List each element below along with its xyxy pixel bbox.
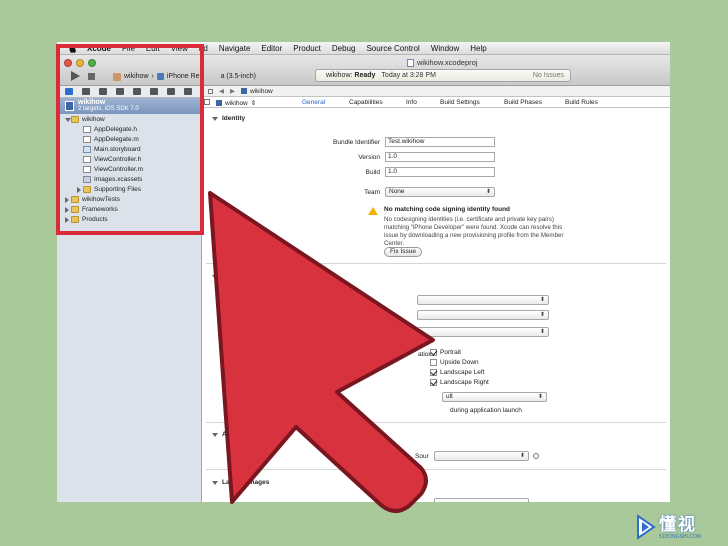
section-divider bbox=[206, 422, 666, 423]
bundle-identifier-field[interactable]: Test.wikihow bbox=[385, 137, 495, 147]
menu-help[interactable]: Help bbox=[470, 44, 486, 53]
forward-arrow-icon[interactable]: ▶ bbox=[230, 87, 235, 95]
status-bar-style-fragment: ult bbox=[446, 393, 453, 400]
popup-arrows-icon: ⬍ bbox=[539, 329, 545, 335]
version-field[interactable]: 1.0 bbox=[385, 152, 495, 162]
orientation-label: Landscape Right bbox=[440, 379, 489, 386]
popup-arrows-icon: ⬍ bbox=[539, 312, 545, 318]
back-arrow-icon[interactable]: ◀ bbox=[219, 87, 224, 95]
menu-editor[interactable]: Editor bbox=[261, 44, 282, 53]
watermark-logo-icon bbox=[637, 514, 656, 540]
device-name-tail: a (3.5-inch) bbox=[220, 73, 256, 80]
window-title: wikihow.xcodeproj bbox=[407, 58, 477, 67]
menu-navigate[interactable]: Navigate bbox=[219, 44, 251, 53]
team-popup-value: None bbox=[389, 188, 405, 195]
highlight-box bbox=[56, 44, 204, 235]
orientation-option[interactable]: Landscape Right bbox=[430, 379, 489, 386]
project-icon bbox=[241, 88, 247, 94]
app-icons-header-label: App Icons bbox=[222, 431, 254, 438]
deployment-section-header[interactable]: D bbox=[212, 273, 227, 280]
tab-general[interactable]: General bbox=[302, 99, 325, 106]
orientation-checkbox[interactable] bbox=[430, 369, 437, 376]
disclosure-triangle-icon bbox=[212, 480, 218, 485]
orientation-option[interactable]: Upside Down bbox=[430, 359, 479, 366]
main-interface-popup[interactable]: ⬍ bbox=[417, 327, 549, 337]
popup-arrows-icon: ⬍ bbox=[539, 297, 545, 303]
tab-capabilities[interactable]: Capabilities bbox=[349, 99, 383, 106]
activity-viewer: wikihow: Ready Today at 3:28 PM No Issue… bbox=[315, 69, 571, 82]
tab-build-rules[interactable]: Build Rules bbox=[565, 99, 598, 106]
orientation-checkbox[interactable] bbox=[430, 379, 437, 386]
target-caret: ⇕ bbox=[250, 100, 257, 107]
go-to-asset-icon[interactable] bbox=[533, 453, 539, 459]
fix-issue-button[interactable]: Fix Issue bbox=[384, 247, 423, 257]
app-icons-source-label-fragment: Sour bbox=[415, 453, 429, 460]
window-title-text: wikihow.xcodeproj bbox=[417, 58, 478, 67]
bundle-identifier-label: Bundle Identifier bbox=[333, 139, 380, 146]
build-label: Build bbox=[365, 169, 380, 176]
tab-info[interactable]: Info bbox=[406, 99, 417, 106]
disclosure-triangle-icon bbox=[212, 432, 218, 437]
jump-bar-project[interactable]: wikihow bbox=[241, 88, 273, 95]
orientation-label: Landscape Left bbox=[440, 369, 485, 376]
warning-message: No codesigning identities (i.e. certific… bbox=[384, 216, 564, 247]
watermark-text: 懂视 bbox=[659, 514, 697, 534]
tab-build-settings[interactable]: Build Settings bbox=[440, 99, 480, 106]
deployment-header-fragment: D bbox=[222, 273, 227, 280]
identity-section-header[interactable]: Identity bbox=[212, 115, 245, 122]
popup-arrows-icon: ⬍ bbox=[537, 394, 543, 400]
menu-source-control[interactable]: Source Control bbox=[366, 44, 419, 53]
target-selector[interactable]: wikihow ⇕ bbox=[216, 99, 256, 107]
launch-images-source-popup[interactable] bbox=[434, 498, 529, 502]
related-items-icon[interactable] bbox=[208, 88, 213, 94]
orientation-checkbox[interactable] bbox=[430, 349, 437, 356]
version-label: Version bbox=[358, 154, 380, 161]
launch-images-section-header[interactable]: Launch Images bbox=[212, 479, 269, 486]
target-icon bbox=[216, 100, 222, 106]
status-issues[interactable]: No Issues bbox=[533, 72, 564, 79]
targets-list-toggle-icon[interactable] bbox=[204, 99, 210, 105]
orientation-option[interactable]: Portrait bbox=[430, 349, 461, 356]
launch-images-header-label: Launch Images bbox=[222, 479, 270, 486]
warning-icon bbox=[368, 207, 378, 215]
editor-tabs: wikihow ⇕ General Capabilities Info Buil… bbox=[202, 97, 670, 108]
team-popup[interactable]: None ⬍ bbox=[385, 187, 495, 197]
app-icons-source-popup[interactable]: ⬍ bbox=[434, 451, 529, 461]
popup-arrows-icon: ⬍ bbox=[519, 453, 525, 459]
status-state: Ready bbox=[354, 72, 376, 79]
menu-window[interactable]: Window bbox=[431, 44, 459, 53]
project-file-icon bbox=[407, 58, 414, 67]
section-divider bbox=[206, 469, 666, 470]
menu-product[interactable]: Product bbox=[293, 44, 321, 53]
section-divider bbox=[206, 263, 666, 264]
disclosure-triangle-icon bbox=[212, 274, 218, 279]
status-project: wikihow: bbox=[326, 72, 353, 79]
popup-arrows-icon: ⬍ bbox=[485, 189, 491, 195]
jump-bar-project-label: wikihow bbox=[250, 87, 273, 95]
watermark: 懂视 51DONGSHI.COM bbox=[632, 508, 728, 546]
deployment-target-popup[interactable]: ⬍ bbox=[417, 295, 549, 305]
jump-bar: ◀ ▶ wikihow bbox=[202, 86, 670, 97]
build-field[interactable]: 1.0 bbox=[385, 167, 495, 177]
tab-build-phases[interactable]: Build Phases bbox=[504, 99, 542, 106]
app-icons-section-header[interactable]: App Icons bbox=[212, 431, 253, 438]
orientation-label: Upside Down bbox=[440, 359, 479, 366]
identity-header-label: Identity bbox=[222, 115, 246, 122]
disclosure-triangle-icon bbox=[212, 116, 218, 121]
team-label: Team bbox=[364, 189, 380, 196]
devices-popup[interactable]: ⬍ bbox=[417, 310, 549, 320]
orientation-checkbox[interactable] bbox=[430, 359, 437, 366]
orientation-label: Portrait bbox=[440, 349, 461, 356]
watermark-subtext: 51DONGSHI.COM bbox=[659, 533, 701, 540]
target-name: wikihow bbox=[225, 99, 248, 107]
hide-during-launch-fragment: during application launch bbox=[450, 407, 522, 414]
status-time: Today at 3:28 PM bbox=[381, 72, 436, 79]
orientation-option[interactable]: Landscape Left bbox=[430, 369, 484, 376]
status-bar-style-popup[interactable]: ult ⬍ bbox=[442, 392, 547, 402]
warning-title: No matching code signing identity found bbox=[384, 206, 511, 213]
menu-debug[interactable]: Debug bbox=[332, 44, 356, 53]
project-editor: ◀ ▶ wikihow wikihow ⇕ General Capabiliti… bbox=[202, 86, 670, 502]
